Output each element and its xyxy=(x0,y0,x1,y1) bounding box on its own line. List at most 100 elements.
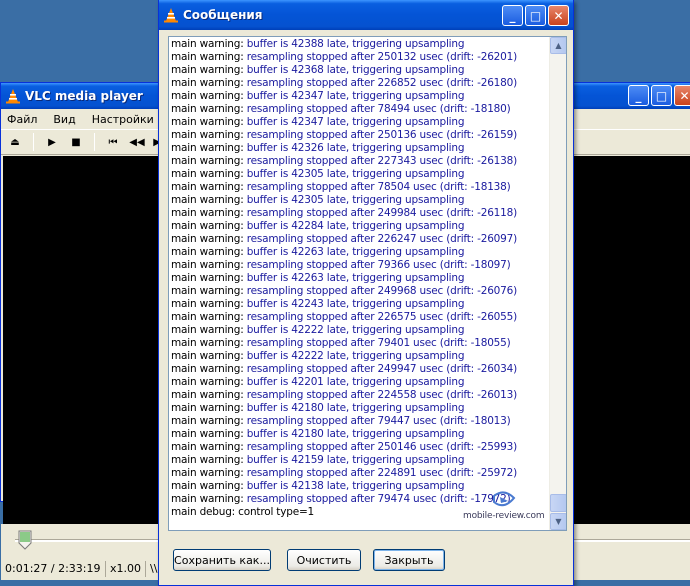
log-line: main warning: buffer is 42180 late, trig… xyxy=(171,402,548,415)
log-line: main warning: buffer is 42263 late, trig… xyxy=(171,246,548,259)
log-message: resampling stopped after 79366 usec (dri… xyxy=(246,259,511,271)
scroll-down-icon[interactable]: ▼ xyxy=(550,513,566,530)
minimize-icon[interactable]: _ xyxy=(628,85,649,106)
log-line: main warning: resampling stopped after 2… xyxy=(171,207,548,220)
log-line: main warning: resampling stopped after 2… xyxy=(171,389,548,402)
log-message: resampling stopped after 79447 usec (dri… xyxy=(246,415,511,427)
messages-window: Сообщения _ □ ✕ main warning: buffer is … xyxy=(158,0,574,586)
log-message: buffer is 42284 late, triggering upsampl… xyxy=(246,220,465,232)
speed-display: x1.00 xyxy=(106,561,146,577)
log-source: main warning: xyxy=(171,155,244,167)
log-message: resampling stopped after 227343 usec (dr… xyxy=(246,155,518,167)
log-source: main warning: xyxy=(171,272,244,284)
log-source: main warning: xyxy=(171,103,244,115)
clear-button[interactable]: Очистить xyxy=(287,549,361,571)
log-message: buffer is 42263 late, triggering upsampl… xyxy=(246,272,465,284)
log-message: resampling stopped after 226247 usec (dr… xyxy=(246,233,518,245)
log-source: main warning: xyxy=(171,493,244,505)
log-message: buffer is 42263 late, triggering upsampl… xyxy=(246,246,465,258)
log-source: main warning: xyxy=(171,233,244,245)
log-scrollbar[interactable]: ▲ ▼ xyxy=(549,37,566,530)
close-icon[interactable]: ✕ xyxy=(548,5,569,26)
log-source: main warning: xyxy=(171,337,244,349)
close-button[interactable]: Закрыть xyxy=(373,549,445,571)
log-source: main warning: xyxy=(171,259,244,271)
menu-view[interactable]: Вид xyxy=(53,113,75,126)
log-line: main warning: buffer is 42347 late, trig… xyxy=(171,90,548,103)
log-message: resampling stopped after 226575 usec (dr… xyxy=(246,311,518,323)
time-display: 0:01:27 / 2:33:19 xyxy=(1,561,106,577)
watermark-logo-icon xyxy=(493,491,516,507)
log-message: buffer is 42180 late, triggering upsampl… xyxy=(246,402,465,414)
log-line: main warning: buffer is 42159 late, trig… xyxy=(171,454,548,467)
log-line: main warning: resampling stopped after 2… xyxy=(171,285,548,298)
messages-titlebar[interactable]: Сообщения _ □ ✕ xyxy=(159,0,573,30)
close-icon[interactable]: ✕ xyxy=(674,85,690,106)
menu-settings[interactable]: Настройки xyxy=(92,113,154,126)
log-message: resampling stopped after 79401 usec (dri… xyxy=(246,337,511,349)
log-message: buffer is 42159 late, triggering upsampl… xyxy=(246,454,465,466)
log-message: resampling stopped after 249968 usec (dr… xyxy=(246,285,518,297)
log-line: main warning: buffer is 42180 late, trig… xyxy=(171,428,548,441)
log-message: resampling stopped after 250136 usec (dr… xyxy=(246,129,518,141)
log-line: main warning: resampling stopped after 2… xyxy=(171,467,548,480)
log-line: main warning: resampling stopped after 2… xyxy=(171,363,548,376)
log-line: main warning: buffer is 42201 late, trig… xyxy=(171,376,548,389)
log-source: main warning: xyxy=(171,77,244,89)
log-line: main warning: resampling stopped after 2… xyxy=(171,233,548,246)
log-line: main warning: resampling stopped after 7… xyxy=(171,181,548,194)
dialog-button-row: Сохранить как... Очистить Закрыть xyxy=(173,549,445,571)
log-source: main warning: xyxy=(171,181,244,193)
log-message: buffer is 42222 late, triggering upsampl… xyxy=(246,324,465,336)
log-source: main warning: xyxy=(171,454,244,466)
log-source: main warning: xyxy=(171,51,244,63)
log-source: main warning: xyxy=(171,220,244,232)
log-source: main warning: xyxy=(171,90,244,102)
log-source: main warning: xyxy=(171,142,244,154)
save-as-button[interactable]: Сохранить как... xyxy=(173,549,271,571)
log-message: buffer is 42305 late, triggering upsampl… xyxy=(246,194,465,206)
vlc-window-title: VLC media player xyxy=(25,89,143,103)
seek-thumb[interactable] xyxy=(18,530,32,550)
log-line: main warning: resampling stopped after 2… xyxy=(171,77,548,90)
message-log[interactable]: main warning: buffer is 42388 late, trig… xyxy=(168,36,567,531)
stop-icon[interactable]: ■ xyxy=(66,132,86,152)
log-line: main warning: resampling stopped after 2… xyxy=(171,155,548,168)
watermark-text: mobile-review.com xyxy=(463,511,545,521)
maximize-icon[interactable]: □ xyxy=(525,5,546,26)
log-line: main warning: buffer is 42263 late, trig… xyxy=(171,272,548,285)
log-message: resampling stopped after 224558 usec (dr… xyxy=(246,389,518,401)
menu-file[interactable]: Файл xyxy=(7,113,37,126)
log-message: buffer is 42201 late, triggering upsampl… xyxy=(246,376,465,388)
log-message: buffer is 42347 late, triggering upsampl… xyxy=(246,116,465,128)
log-line: main warning: resampling stopped after 7… xyxy=(171,415,548,428)
log-source: main warning: xyxy=(171,38,244,50)
play-icon[interactable]: ▶ xyxy=(42,132,62,152)
scroll-up-icon[interactable]: ▲ xyxy=(550,37,566,54)
log-source: main warning: xyxy=(171,350,244,362)
toolbar-separator xyxy=(94,133,95,151)
log-line: main warning: resampling stopped after 7… xyxy=(171,103,548,116)
previous-icon[interactable]: ⏮ xyxy=(103,132,123,152)
maximize-icon[interactable]: □ xyxy=(651,85,672,106)
rewind-icon[interactable]: ◀◀ xyxy=(127,132,147,152)
log-message: buffer is 42138 late, triggering upsampl… xyxy=(246,480,465,492)
log-source: main warning: xyxy=(171,428,244,440)
eject-icon[interactable]: ⏏ xyxy=(5,132,25,152)
log-message: buffer is 42243 late, triggering upsampl… xyxy=(246,298,465,310)
log-message: buffer is 42326 late, triggering upsampl… xyxy=(246,142,465,154)
minimize-icon[interactable]: _ xyxy=(502,5,523,26)
log-line: main warning: buffer is 42305 late, trig… xyxy=(171,168,548,181)
vlc-cone-icon xyxy=(6,89,20,104)
log-source: main warning: xyxy=(171,298,244,310)
log-line: main warning: buffer is 42305 late, trig… xyxy=(171,194,548,207)
scroll-thumb[interactable] xyxy=(550,494,566,512)
log-line: main warning: resampling stopped after 2… xyxy=(171,129,548,142)
log-line: main warning: resampling stopped after 2… xyxy=(171,51,548,64)
log-message: buffer is 42222 late, triggering upsampl… xyxy=(246,350,465,362)
messages-window-title: Сообщения xyxy=(183,8,263,22)
log-source: main warning: xyxy=(171,116,244,128)
log-message: resampling stopped after 226852 usec (dr… xyxy=(246,77,518,89)
log-line: main warning: buffer is 42222 late, trig… xyxy=(171,350,548,363)
log-source: main warning: xyxy=(171,389,244,401)
